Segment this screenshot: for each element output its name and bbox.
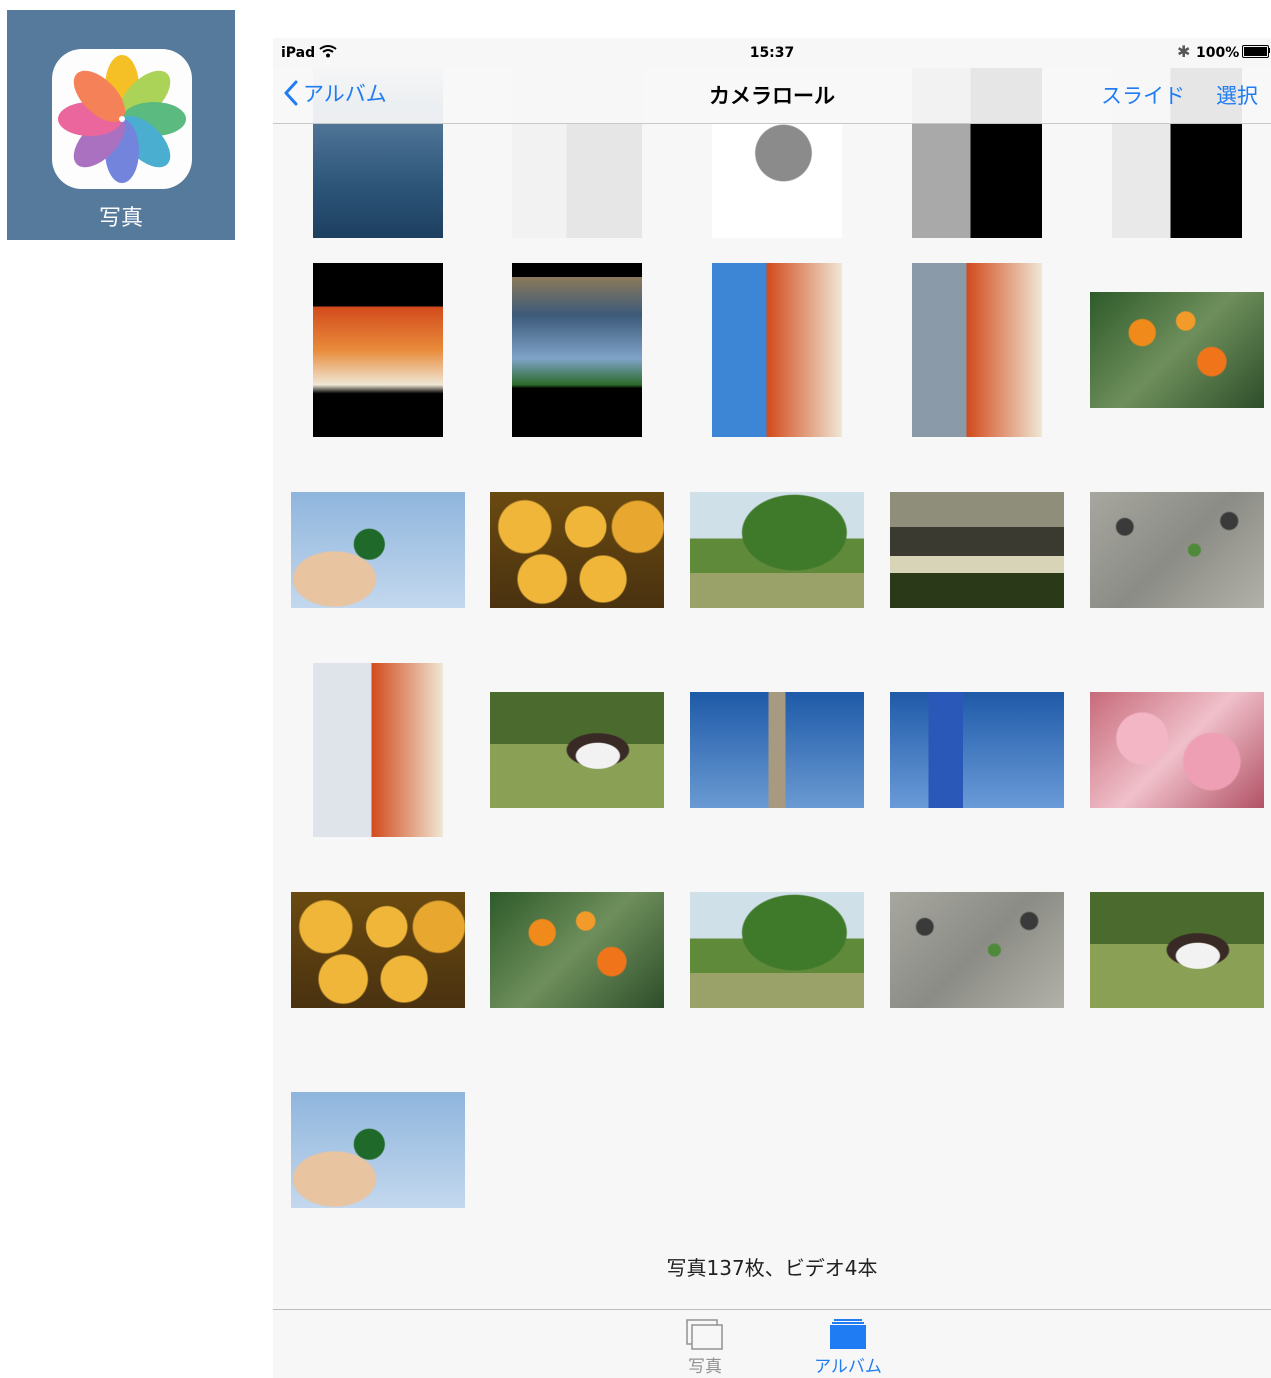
- photo-thumbnail-dog-in-park[interactable]: [1090, 892, 1264, 1008]
- photos-stack-icon: [685, 1318, 725, 1350]
- photo-thumbnail-park-tree[interactable]: [690, 492, 864, 608]
- photo-thumbnail-autumn-leaves-screenshot[interactable]: [313, 263, 443, 437]
- navigation-bar: アルバム カメラロール スライド 選択: [273, 68, 1271, 124]
- photo-thumbnail-parking-sign-palms[interactable]: [890, 692, 1064, 808]
- tab-label: アルバム: [814, 1357, 882, 1377]
- photo-thumbnail-pumpkins[interactable]: [490, 492, 664, 608]
- photos-app-tile[interactable]: 写真: [7, 10, 235, 240]
- photo-thumbnail-leaves-with-sidebar-screenshot[interactable]: [712, 263, 842, 437]
- tab-photos[interactable]: 写真: [655, 1318, 755, 1377]
- photo-thumbnail-photo-grid-screenshot[interactable]: [512, 263, 642, 437]
- tab-bar: 写真 アルバム: [273, 1309, 1271, 1378]
- photo-thumbnail-cherry-blossoms[interactable]: [1090, 692, 1264, 808]
- tab-label: 写真: [688, 1357, 722, 1377]
- status-bar: iPad 15:37 ✱ 100%: [273, 38, 1271, 68]
- slideshow-button[interactable]: スライド: [1101, 80, 1185, 110]
- photo-count-label: 写真137枚、ビデオ4本: [666, 1256, 878, 1280]
- photo-thumbnail-stars-on-pavement[interactable]: [890, 892, 1064, 1008]
- photo-thumbnail-orange-flowers[interactable]: [490, 892, 664, 1008]
- photo-thumbnail-stars-on-pavement[interactable]: [1090, 492, 1264, 608]
- bluetooth-icon: ✱: [1177, 42, 1191, 61]
- tab-albums[interactable]: アルバム: [798, 1318, 898, 1377]
- photo-grid: [273, 38, 1271, 1278]
- status-time: 15:37: [749, 45, 795, 61]
- photos-app-icon: [52, 49, 192, 189]
- app-label: 写真: [98, 206, 143, 231]
- photo-thumbnail-park-tree[interactable]: [690, 892, 864, 1008]
- photo-thumbnail-orange-flowers[interactable]: [1090, 292, 1264, 408]
- battery-percent: 100%: [1196, 45, 1240, 61]
- photo-thumbnail-pumpkins[interactable]: [291, 892, 465, 1008]
- photo-thumbnail-leaves-with-menu-screenshot[interactable]: [912, 263, 1042, 437]
- photo-thumbnail-clover-in-hand[interactable]: [291, 1092, 465, 1208]
- photo-thumbnail-leaves-with-list-screenshot[interactable]: [313, 663, 443, 837]
- battery-icon: [1242, 45, 1269, 58]
- photo-thumbnail-clover-in-hand[interactable]: [291, 492, 465, 608]
- photo-thumbnail-city-lake-birds[interactable]: [890, 492, 1064, 608]
- camera-roll-screen: iPad 15:37 ✱ 100% アルバム カメラロール スライド 選択 写真…: [273, 38, 1271, 1378]
- select-button[interactable]: 選択: [1216, 80, 1258, 110]
- photo-thumbnail-dog-in-park[interactable]: [490, 692, 664, 808]
- albums-icon: [828, 1318, 868, 1350]
- photo-thumbnail-tree-sky[interactable]: [690, 692, 864, 808]
